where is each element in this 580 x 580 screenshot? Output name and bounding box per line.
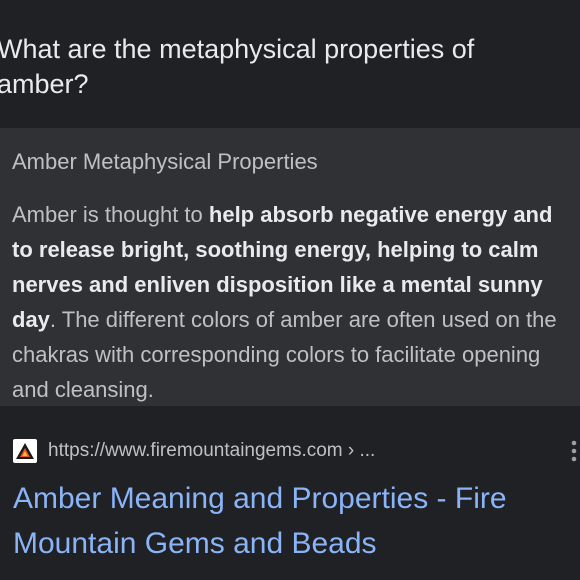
snippet-title: Amber Metaphysical Properties <box>12 149 318 174</box>
search-result-page: What are the metaphysical properties of … <box>0 0 580 580</box>
result-url[interactable]: https://www.firemountaingems.com › ... <box>48 438 375 464</box>
result-title-link[interactable]: Amber Meaning and Properties - Fire Moun… <box>13 476 553 566</box>
result-source-link[interactable]: https://www.firemountaingems.com › ... <box>13 436 375 466</box>
more-options-button[interactable] <box>568 438 580 464</box>
vertical-ellipsis-icon <box>571 440 577 462</box>
mountain-logo-icon <box>13 439 37 463</box>
question-heading: What are the metaphysical properties of … <box>0 34 475 99</box>
snippet-text: Amber is thought to help absorb negative… <box>12 197 568 407</box>
snippet-text-intro: Amber is thought to <box>12 202 209 227</box>
snippet-text-rest: . The different colors of amber are ofte… <box>12 307 557 402</box>
